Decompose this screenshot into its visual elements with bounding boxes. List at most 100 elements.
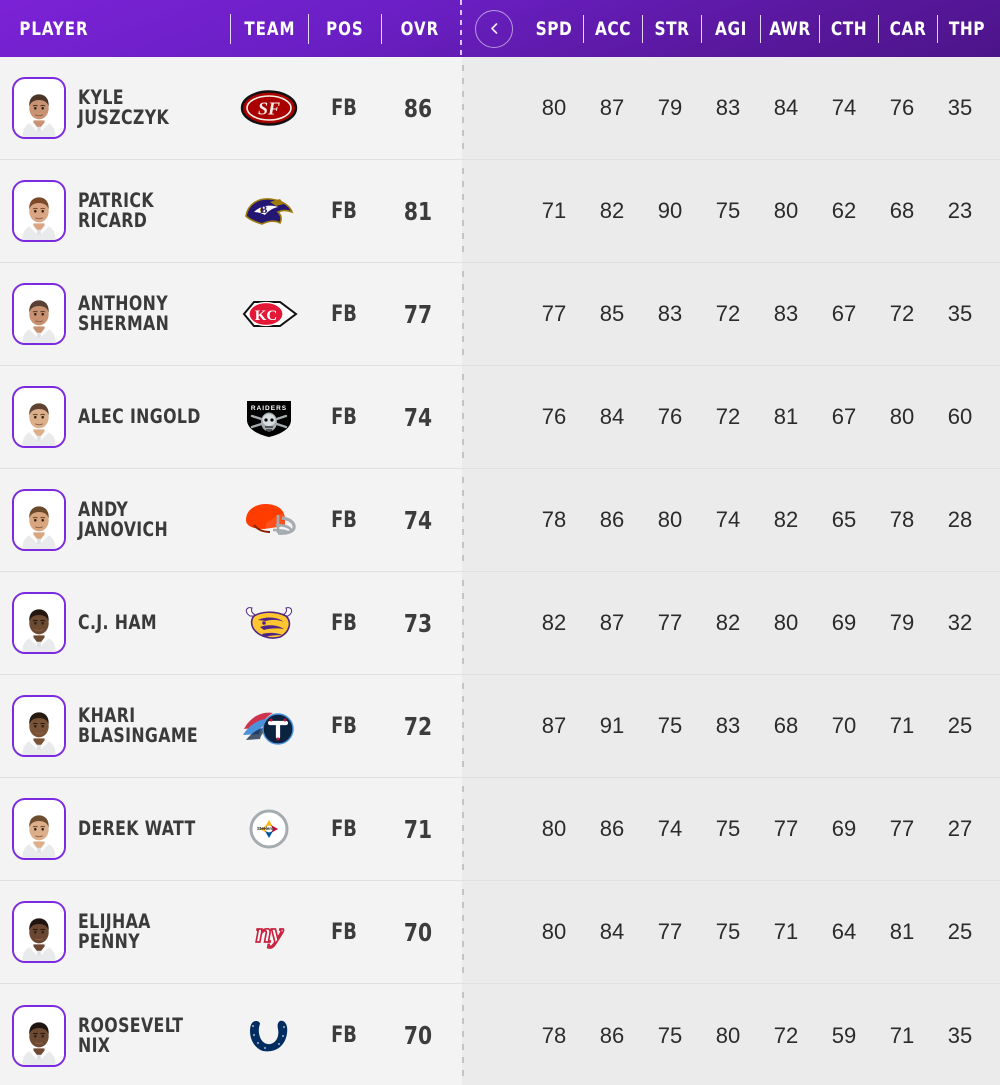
team-logo-cell[interactable] [230,705,308,747]
player-overall-rating: 77 [403,299,433,329]
player-name[interactable]: ALEC INGOLD [78,407,215,427]
browns-logo [240,499,298,541]
stat-value-spd: 76 [541,404,567,429]
column-header-stat-3[interactable]: AGI [705,18,757,40]
avatar[interactable] [12,283,66,345]
column-header-stat-2[interactable]: STR [646,18,698,40]
stat-value-str: 79 [657,95,683,120]
stat-value-acc: 85 [599,301,625,326]
player-name[interactable]: ROOSEVELT NIX [78,1015,215,1056]
stat-value-awr: 80 [773,198,799,223]
column-header-stat-5[interactable]: CTH [823,18,875,40]
stat-value-cth: 67 [831,404,857,429]
stat-value-str: 80 [657,507,683,532]
table-row[interactable]: ANTHONY SHERMAN FB 77 77 85 83 72 83 67 72 35 [0,263,1000,366]
avatar[interactable] [12,695,66,757]
team-logo-cell[interactable] [230,602,308,644]
header-divider [760,14,761,43]
stat-value-acc: 84 [599,404,625,429]
header-divider [229,13,231,44]
stat-value-cth: 74 [831,95,857,120]
avatar[interactable] [12,798,66,860]
collapse-columns-button[interactable] [475,9,513,48]
team-logo-cell[interactable] [230,190,308,232]
table-row[interactable]: KYLE JUSZCZYK FB 86 80 87 79 83 84 74 76 35 [0,57,1000,160]
stat-value-cth: 64 [831,919,857,944]
colts-logo [240,1015,298,1057]
table-row[interactable]: ROOSEVELT NIX FB 70 78 86 75 80 72 59 71 35 [0,984,1000,1085]
team-logo-cell[interactable] [230,293,308,335]
table-row[interactable]: ANDY JANOVICH FB 74 78 86 80 74 82 65 78 28 [0,469,1000,572]
stat-value-awr: 80 [773,610,799,635]
stat-value-car: 80 [889,404,915,429]
avatar[interactable] [12,592,66,654]
stat-value-spd: 78 [541,507,567,532]
stat-value-car: 78 [889,507,915,532]
column-header-ovr[interactable]: OVR [387,18,454,40]
stat-value-agi: 72 [715,301,741,326]
avatar[interactable] [12,180,66,242]
avatar[interactable] [12,386,66,448]
player-full-name: ALEC INGOLD [78,405,201,428]
stat-value-thp: 35 [947,95,973,120]
header-divider [308,13,310,44]
row-stats-section: 71 82 90 75 80 62 68 23 [462,160,1000,262]
stat-value-str: 75 [657,713,683,738]
player-name[interactable]: ELIJHAA PENNY [78,912,215,952]
stat-value-spd: 80 [541,919,567,944]
column-header-stat-1[interactable]: ACC [587,18,639,40]
player-last-name: BLASINGAME [78,724,199,747]
player-name[interactable]: ANDY JANOVICH [78,500,215,540]
avatar[interactable] [12,489,66,551]
stat-value-agi: 74 [715,507,741,532]
avatar[interactable] [12,77,66,139]
player-name[interactable]: KHARI BLASINGAME [78,706,215,746]
table-row[interactable]: PATRICK RICARD FB 81 71 82 90 75 80 62 68 23 [0,160,1000,263]
stat-value-str: 77 [657,610,683,635]
team-logo-cell[interactable] [230,1015,308,1057]
player-ratings-table: PLAYER TEAM POS OVR SPD ACC STR AGI AWR … [0,0,1000,1085]
stat-value-acc: 91 [599,713,625,738]
avatar-cell [0,386,78,448]
titans-logo [240,705,298,747]
stat-value-thp: 25 [947,919,973,944]
player-position: FB [331,95,357,121]
team-logo-cell[interactable] [230,87,308,129]
stat-value-agi: 83 [715,713,741,738]
player-name[interactable]: DEREK WATT [78,819,215,839]
player-name[interactable]: KYLE JUSZCZYK [78,88,215,128]
table-row[interactable]: DEREK WATT FB 71 80 86 74 75 77 69 77 27 [0,778,1000,881]
stat-value-awr: 72 [773,1022,799,1048]
column-header-team[interactable]: TEAM [235,18,303,40]
team-logo-cell[interactable] [230,808,308,850]
player-overall-rating: 72 [403,711,433,741]
player-name[interactable]: ANTHONY SHERMAN [78,294,215,334]
stat-value-thp: 32 [947,610,973,635]
player-last-name: SHERMAN [78,312,170,335]
steelers-logo [240,808,298,850]
team-logo-cell[interactable] [230,911,308,953]
table-row[interactable]: ALEC INGOLD FB 74 76 84 76 72 81 67 80 60 [0,366,1000,469]
team-logo-cell[interactable] [230,396,308,438]
player-name[interactable]: PATRICK RICARD [78,191,215,231]
stat-value-awr: 84 [773,95,799,120]
team-logo-cell[interactable] [230,499,308,541]
player-name[interactable]: C.J. HAM [78,613,215,633]
column-header-player[interactable]: PLAYER [0,18,202,40]
column-header-stat-6[interactable]: CAR [882,18,934,40]
table-row[interactable]: C.J. HAM FB 73 82 87 77 82 80 69 79 32 [0,572,1000,675]
avatar-cell [0,901,78,963]
row-player-section: DEREK WATT FB 71 [0,778,462,880]
column-header-stat-0[interactable]: SPD [528,18,580,40]
column-header-stat-7[interactable]: THP [941,18,993,40]
player-overall-rating: 81 [403,196,433,226]
avatar[interactable] [12,901,66,963]
table-row[interactable]: KHARI BLASINGAME FB 72 87 91 75 83 68 70 71 25 [0,675,1000,778]
avatar[interactable] [12,1004,66,1067]
column-header-pos[interactable]: POS [314,18,377,40]
header-divider [819,14,820,43]
column-header-stat-4[interactable]: AWR [764,18,816,40]
stat-value-str: 74 [657,816,683,841]
table-row[interactable]: ELIJHAA PENNY FB 70 80 84 77 75 71 64 81 25 [0,881,1000,984]
raiders-logo [240,396,298,438]
